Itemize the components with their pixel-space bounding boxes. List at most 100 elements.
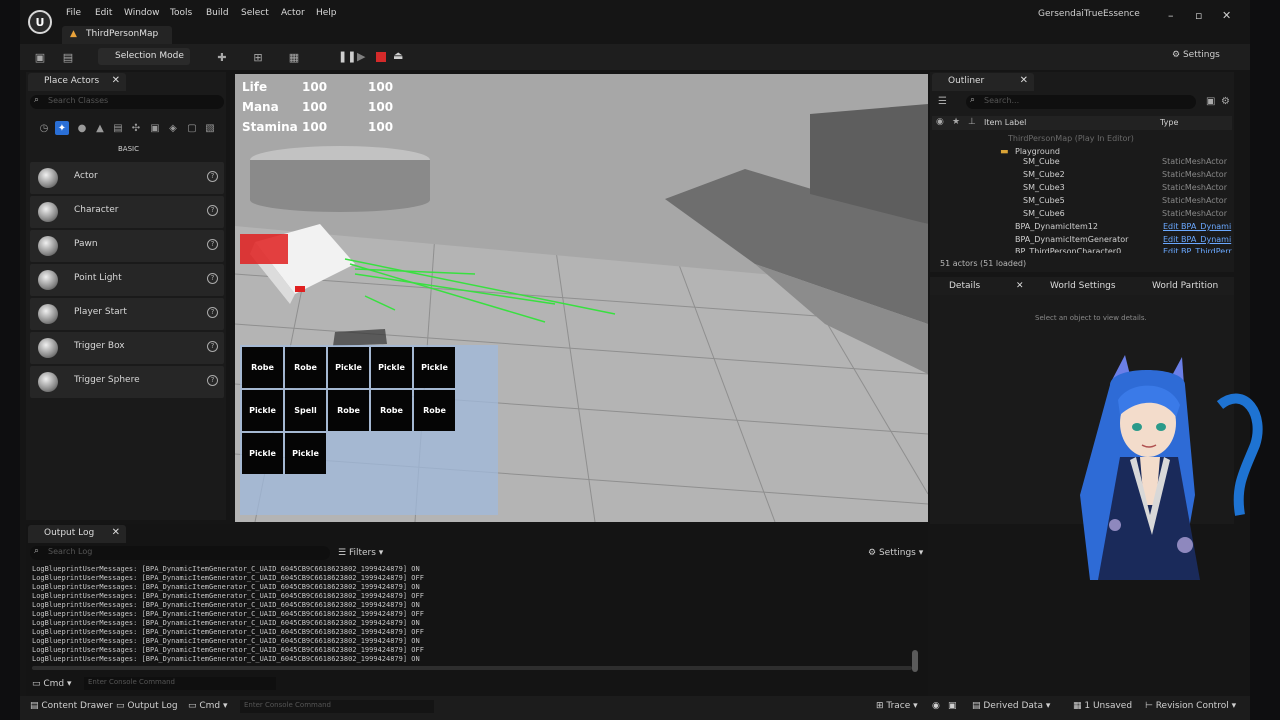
lights-icon[interactable]: ● — [75, 121, 89, 135]
column-type[interactable]: Type — [1160, 118, 1178, 127]
content-browser-icon[interactable]: ▤ — [60, 50, 76, 64]
menu-edit[interactable]: Edit — [95, 8, 112, 18]
inventory-slot[interactable]: Pickle — [242, 433, 283, 474]
actor-item-player-start[interactable]: Player Start ? — [30, 298, 224, 330]
trace-dropdown[interactable]: ⊞ Trace ▾ — [876, 701, 918, 711]
inventory-slot[interactable]: Robe — [371, 390, 412, 431]
visual-effects-icon[interactable]: ▤ — [111, 121, 125, 135]
help-icon[interactable]: ? — [207, 341, 218, 352]
pin-icon[interactable]: ⊥ — [968, 117, 976, 127]
folder-add-icon[interactable]: ▣ — [1206, 96, 1215, 107]
tab-details[interactable]: Details — [949, 281, 980, 291]
game-viewport[interactable]: Life 100 100 Mana 100 100 Stamina 100 10… — [235, 74, 928, 522]
cmd-dropdown[interactable]: ▭ Cmd ▾ — [32, 679, 72, 689]
stop-icon[interactable] — [376, 52, 386, 62]
help-icon[interactable]: ? — [207, 239, 218, 250]
output-log-tab[interactable]: Output Log ✕ — [28, 525, 126, 543]
menu-tools[interactable]: Tools — [170, 8, 192, 18]
save-icon[interactable]: ▣ — [32, 50, 48, 64]
edit-blueprint-link[interactable]: Edit BP_ThirdPerr — [1163, 247, 1232, 253]
help-icon[interactable]: ? — [207, 307, 218, 318]
maximize-icon[interactable]: ▫ — [1195, 9, 1202, 22]
cinematics-icon[interactable]: ▦ — [286, 50, 302, 64]
close-icon[interactable]: ✕ — [112, 75, 120, 86]
gear-icon[interactable]: ⚙ — [1221, 96, 1230, 107]
basic-category-icon[interactable]: ✦ — [55, 121, 69, 135]
outliner-tab[interactable]: Outliner ✕ — [932, 73, 1034, 91]
outliner-row[interactable]: SM_Cube5 — [1023, 196, 1065, 205]
volumes-icon[interactable]: ▣ — [148, 121, 162, 135]
console-input[interactable]: Enter Console Command — [84, 677, 276, 690]
inventory-slot[interactable]: Pickle — [414, 347, 455, 388]
edit-blueprint-link[interactable]: Edit BPA_Dynami — [1163, 235, 1231, 244]
log-settings-dropdown[interactable]: ⚙ Settings ▾ — [868, 548, 923, 558]
revision-control-button[interactable]: ⊢ Revision Control ▾ — [1145, 701, 1236, 711]
outliner-row[interactable]: BPA_DynamicItem12 — [1015, 222, 1098, 231]
menu-build[interactable]: Build — [206, 8, 229, 18]
log-scrollbar[interactable] — [912, 650, 918, 672]
shapes-icon[interactable]: ◈ — [166, 121, 180, 135]
inventory-slot[interactable]: Pickle — [328, 347, 369, 388]
inventory-slot[interactable]: Robe — [414, 390, 455, 431]
close-icon[interactable]: ✕ — [1016, 281, 1024, 291]
search-log-input[interactable]: ⌕ Search Log — [30, 546, 330, 560]
log-hscrollbar[interactable] — [32, 666, 912, 670]
menu-select[interactable]: Select — [241, 8, 269, 18]
outliner-search-input[interactable]: ⌕ Search... — [966, 95, 1196, 109]
column-item-label[interactable]: Item Label — [984, 118, 1026, 127]
actor-item-trigger-sphere[interactable]: Trigger Sphere ? — [30, 366, 224, 398]
inventory-slot[interactable]: Robe — [328, 390, 369, 431]
tab-world-partition[interactable]: World Partition — [1152, 281, 1218, 291]
help-icon[interactable]: ? — [207, 375, 218, 386]
menu-file[interactable]: File — [66, 8, 81, 18]
outliner-row[interactable]: SM_Cube6 — [1023, 209, 1065, 218]
close-icon[interactable]: ✕ — [112, 527, 120, 538]
outliner-row-folder[interactable]: Playground — [1015, 147, 1060, 156]
menu-window[interactable]: Window — [124, 8, 160, 18]
derived-data-button[interactable]: ▤ Derived Data ▾ — [972, 701, 1050, 711]
filters-dropdown[interactable]: ☰ Filters ▾ — [338, 548, 383, 558]
place-actors-tab[interactable]: Place Actors ✕ — [28, 73, 126, 91]
add-actor-icon[interactable]: ✚ — [214, 50, 230, 64]
visibility-icon[interactable]: ◉ — [936, 117, 944, 127]
more-icon[interactable]: ▧ — [203, 121, 217, 135]
inventory-slot[interactable]: Robe — [242, 347, 283, 388]
unreal-logo-icon[interactable]: U — [28, 10, 52, 34]
recent-icon[interactable]: ◷ — [37, 121, 51, 135]
actor-item-character[interactable]: Character ? — [30, 196, 224, 228]
help-icon[interactable]: ? — [207, 171, 218, 182]
inventory-slot[interactable]: Pickle — [285, 433, 326, 474]
outliner-row[interactable]: BP_ThirdPersonCharacter0 — [1015, 247, 1121, 253]
close-icon[interactable]: ✕ — [1020, 75, 1028, 86]
eject-icon[interactable]: ⏏ — [393, 49, 403, 62]
camera-icon[interactable]: ▣ — [948, 701, 957, 711]
help-icon[interactable]: ? — [207, 205, 218, 216]
output-log-button[interactable]: ▭ Output Log — [116, 701, 178, 711]
edit-blueprint-link[interactable]: Edit BPA_Dynami — [1163, 222, 1231, 231]
menu-help[interactable]: Help — [316, 8, 337, 18]
tab-world-settings[interactable]: World Settings — [1050, 281, 1116, 291]
selection-mode-dropdown[interactable]: Selection Mode — [98, 48, 190, 65]
outliner-row-map[interactable]: ThirdPersonMap (Play In Editor) — [1008, 134, 1134, 143]
pause-icon[interactable]: ❚❚ — [338, 50, 356, 63]
inventory-slot[interactable]: Robe — [285, 347, 326, 388]
minimize-icon[interactable]: – — [1168, 9, 1174, 22]
actor-item-trigger-box[interactable]: Trigger Box ? — [30, 332, 224, 364]
blueprint-icon[interactable]: ⊞ — [250, 50, 266, 64]
level-tab[interactable]: ▲ ThirdPersonMap — [62, 26, 172, 44]
record-icon[interactable]: ◉ — [932, 701, 940, 711]
cinematic-icon[interactable]: ▲ — [93, 121, 107, 135]
actor-item-pawn[interactable]: Pawn ? — [30, 230, 224, 262]
actor-item-point-light[interactable]: Point Light ? — [30, 264, 224, 296]
unsaved-button[interactable]: ▦ 1 Unsaved — [1073, 701, 1132, 711]
search-classes-input[interactable]: ⌕ Search Classes — [30, 95, 224, 109]
cmd-button[interactable]: ▭ Cmd ▾ — [188, 701, 228, 711]
inventory-slot[interactable]: Pickle — [242, 390, 283, 431]
outliner-row[interactable]: SM_Cube2 — [1023, 170, 1065, 179]
geometry-icon[interactable]: ✣ — [129, 121, 143, 135]
favorite-icon[interactable]: ★ — [952, 117, 960, 127]
inventory-slot[interactable]: Pickle — [371, 347, 412, 388]
all-classes-icon[interactable]: ▢ — [185, 121, 199, 135]
outliner-row[interactable]: SM_Cube — [1023, 157, 1060, 166]
actor-item-actor[interactable]: Actor ? — [30, 162, 224, 194]
